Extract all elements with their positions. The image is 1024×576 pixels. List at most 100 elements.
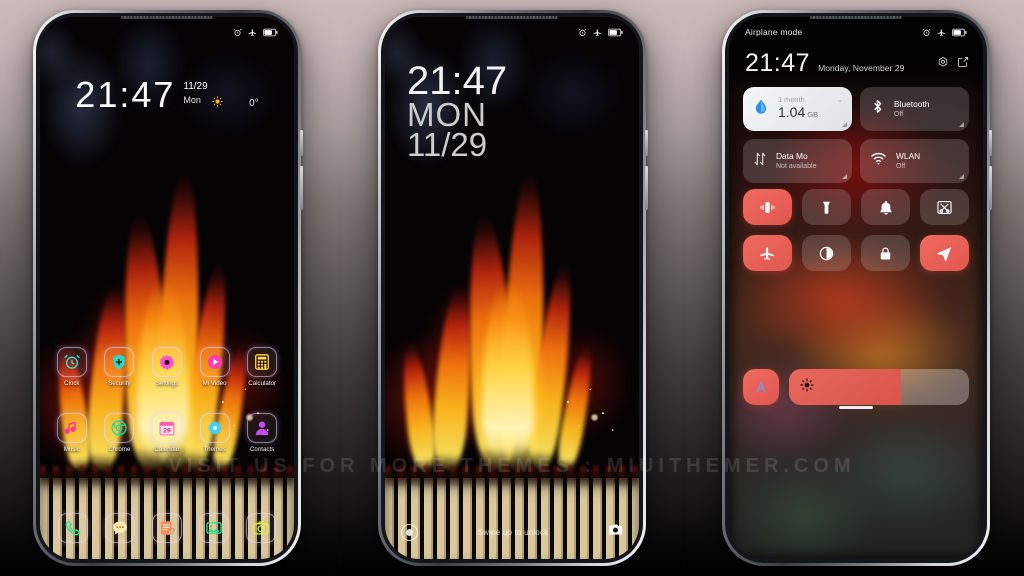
dock-app-gallery[interactable] [198,513,229,543]
play-icon [199,347,230,377]
cc-clock-date: Monday, November 29 [818,63,905,73]
toggle-location[interactable] [920,235,969,271]
screen-lock: 21:47 MON 11/29 Swipe up to unlock [385,17,639,559]
edit-pencil-icon[interactable] [957,55,969,73]
toggle-screenshot[interactable] [920,189,969,225]
svg-text:29: 29 [163,428,171,435]
status-bar-icons [922,28,967,37]
settings-gear-icon [151,347,182,377]
app-label: Chrome [108,446,131,453]
brightness-row: A [743,369,969,405]
app-label: Mi Video [202,380,227,387]
phone-control-center: Airplane mode 21:47 Monday, November 29 … [722,10,992,566]
sun-icon [212,94,223,112]
brightness-slider[interactable] [789,369,969,405]
battery-icon [952,28,967,37]
alarm-icon [233,28,242,37]
lock-clock-time: 21:47 [407,59,508,103]
camera-icon[interactable] [608,522,623,542]
tile-bluetooth[interactable]: Bluetooth Off [860,87,969,131]
home-indicator [839,406,873,409]
toggle-vibrate[interactable] [743,189,792,225]
status-bar [385,17,639,47]
contacts-person-icon [247,413,278,443]
tile-data-usage-body: 1 month ⌄ 1.04 GB [778,94,843,123]
shield-icon [104,347,135,377]
volume-button[interactable] [989,130,992,156]
tile-data-value: 1.04 [778,104,806,121]
power-button[interactable] [989,166,992,210]
app-themes[interactable]: Themes [194,413,236,453]
app-calendar[interactable]: 29 Calendar [146,413,188,453]
screen-home: 21:47 11/29 Mon 0° Clock Security Settin… [40,17,294,559]
toggle-ringtone[interactable] [861,189,910,225]
volume-button[interactable] [300,130,303,156]
gear-icon[interactable] [937,55,949,73]
brightness-sun-icon [800,377,814,397]
tile-data-corner-glyph: ⌄ [836,94,843,104]
tile-resize-corner [842,174,847,179]
toggle-airplane[interactable] [743,235,792,271]
app-contacts[interactable]: Contacts [241,413,283,453]
phone-frame: 21:47 MON 11/29 Swipe up to unlock [378,10,648,566]
app-clock[interactable]: Clock [51,347,93,387]
app-settings[interactable]: Settings [146,347,188,387]
wifi-icon [869,150,888,172]
tile-data-usage[interactable]: 1 month ⌄ 1.04 GB [743,87,852,131]
unlock-hint-text: Swipe up to unlock [477,527,549,537]
airplane-icon [248,28,257,37]
weather-widget[interactable]: 0° [212,94,259,112]
app-label: Music [63,446,80,453]
flashlight-ring-icon[interactable] [401,523,418,541]
battery-icon [263,28,278,37]
power-button[interactable] [300,166,303,210]
toggle-dark-mode[interactable] [802,235,851,271]
cc-clock-time: 21:47 [745,49,811,77]
app-label: Contacts [249,446,275,453]
app-mi-video[interactable]: Mi Video [194,347,236,387]
dock-app-phone[interactable] [58,513,89,543]
tile-data-period: 1 month [778,94,805,104]
tile-data-value-row: 1.04 GB [778,104,843,122]
tile-mobile-data[interactable]: Data Mo Not available [743,139,852,183]
sparks [553,380,624,451]
tile-resize-corner [842,122,847,127]
dock-app-messages[interactable] [105,513,136,543]
lock-clock-date: 11/29 [407,126,488,164]
app-music[interactable]: Music [51,413,93,453]
volume-button[interactable] [645,130,648,156]
dock-app-camera[interactable] [245,513,276,543]
auto-brightness-button[interactable]: A [743,369,779,405]
clock-day: Mon [183,94,201,105]
screen-control-center: Airplane mode 21:47 Monday, November 29 … [729,17,983,559]
tile-wlan[interactable]: WLAN Off [860,139,969,183]
weather-temperature: 0° [249,97,259,109]
status-bar: Airplane mode [729,17,983,47]
tile-data-period-row: 1 month ⌄ [778,94,843,105]
tile-resize-corner [959,174,964,179]
tile-mobile-data-body: Data Mo Not available [776,151,843,171]
dock-app-notes[interactable] [151,513,182,543]
clock-date: 11/29 [183,81,208,92]
calendar-icon: 29 [151,413,182,443]
power-button[interactable] [645,166,648,210]
status-bar [40,17,294,47]
tile-bluetooth-status: Off [894,110,904,118]
airplane-icon [937,28,946,37]
status-bar-icons [578,28,623,37]
app-chrome[interactable]: Chrome [98,413,140,453]
app-calculator[interactable]: Calculator [241,347,283,387]
app-security[interactable]: Security [98,347,140,387]
toggle-lock[interactable] [861,235,910,271]
phone-frame: 21:47 11/29 Mon 0° Clock Security Settin… [33,10,303,566]
clock-icon [56,347,87,377]
tile-resize-corner [959,122,964,127]
phone-home-screen: 21:47 11/29 Mon 0° Clock Security Settin… [33,10,303,566]
quick-toggle-grid [743,189,969,271]
control-center-header: 21:47 Monday, November 29 [745,51,969,76]
status-bar-left-text: Airplane mode [745,27,803,37]
bluetooth-icon [869,97,886,121]
home-clock-widget[interactable]: 21:47 11/29 Mon 0° [40,77,294,113]
toggle-flashlight[interactable] [802,189,851,225]
phone-frame: Airplane mode 21:47 Monday, November 29 … [722,10,992,566]
